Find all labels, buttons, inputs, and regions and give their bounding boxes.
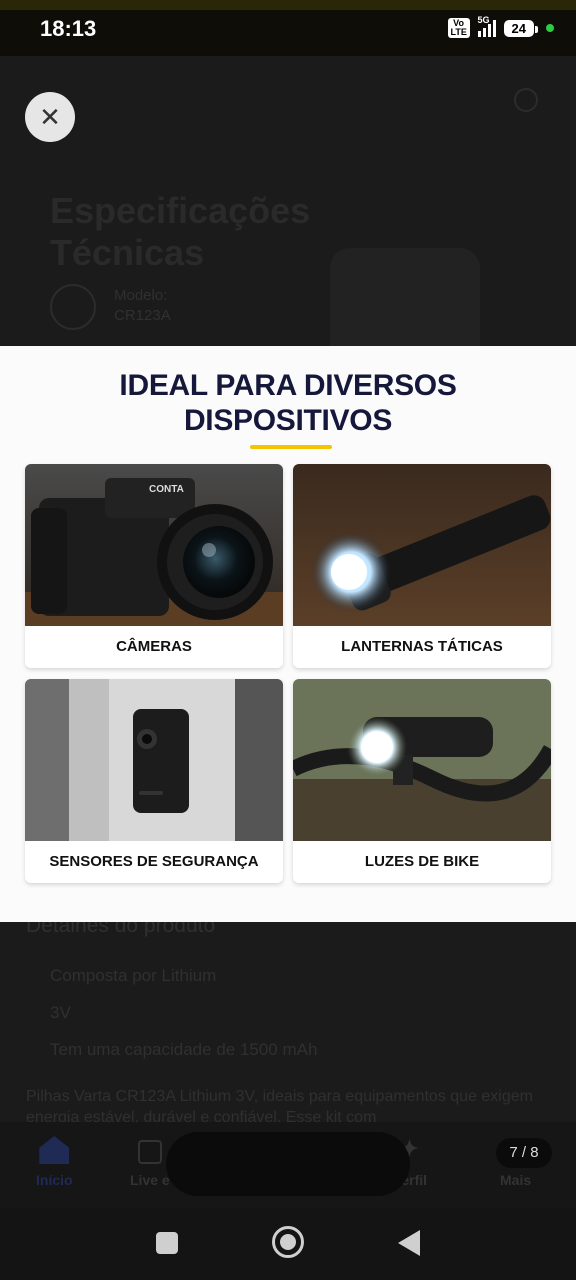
flashlight-photo (293, 464, 551, 626)
gallery-image: IDEAL PARA DIVERSOS DISPOSITIVOS CONTA C… (0, 346, 576, 922)
battery-model-icon (50, 284, 96, 330)
recording-dot-icon (546, 24, 554, 32)
device-card-bike-lights: LUZES DE BIKE (293, 679, 551, 883)
home-icon (39, 1136, 70, 1164)
device-card-cameras: CONTA CÂMERAS (25, 464, 283, 668)
card-label: LUZES DE BIKE (364, 853, 480, 870)
device-card-flashlights: LANTERNAS TÁTICAS (293, 464, 551, 668)
camera-brand-text: CONTA (149, 484, 184, 495)
model-info: Modelo: CR123A (114, 286, 171, 326)
battery-icon: 24 (503, 19, 539, 37)
card-label: CÂMERAS (116, 638, 192, 655)
network-type: 5G (477, 15, 490, 25)
nav-more-label: Mais (500, 1172, 532, 1188)
list-item: Composta por Lithium (50, 966, 217, 985)
list-item: 3V (50, 1003, 71, 1022)
device-card-security-sensors: SENSORES DE SEGURANÇA (25, 679, 283, 883)
live-icon (137, 1140, 162, 1164)
specs-title: Especificações Técnicas (50, 190, 311, 273)
model-value: CR123A (114, 307, 171, 324)
close-icon: ✕ (39, 101, 61, 132)
nav-home-label: Início (36, 1172, 73, 1188)
status-icons: Vo LTE 5G 24 (447, 15, 554, 38)
camera-photo: CONTA (25, 464, 283, 626)
close-button[interactable]: ✕ (25, 92, 75, 142)
product-image (330, 248, 480, 348)
floating-pill[interactable] (166, 1132, 410, 1196)
system-nav-bar (0, 1208, 576, 1280)
list-item: Tem uma capacidade de 1500 mAh (50, 1040, 318, 1059)
panel-title-line2: DISPOSITIVOS (183, 404, 393, 437)
details-list: Composta por Lithium 3V Tem uma capacida… (50, 966, 317, 1077)
panel-title-line1: IDEAL PARA DIVERSOS (119, 369, 457, 402)
status-time: 18:13 (40, 16, 97, 41)
model-label: Modelo: (114, 287, 168, 304)
home-button[interactable] (272, 1226, 304, 1258)
product-description: Pilhas Varta CR123A Lithium 3V, ideais p… (26, 1088, 533, 1124)
back-button[interactable] (398, 1230, 420, 1256)
volte-icon: Vo LTE (447, 18, 470, 38)
image-page-counter: 7 / 8 (496, 1138, 552, 1168)
panel-title: IDEAL PARA DIVERSOS DISPOSITIVOS (0, 368, 576, 438)
recents-button[interactable] (156, 1232, 178, 1254)
status-bar: 18:13 Vo LTE 5G 24 (0, 0, 576, 56)
bike-light-photo (293, 679, 551, 841)
sensor-photo (25, 679, 283, 841)
nav-more[interactable]: Mais (500, 1172, 531, 1188)
card-label: LANTERNAS TÁTICAS (341, 638, 503, 655)
signal-icon: 5G (477, 15, 496, 37)
search-icon (514, 88, 538, 112)
nav-live[interactable]: Live e (130, 1136, 170, 1188)
nav-home[interactable]: Início (36, 1136, 73, 1188)
title-underline (250, 445, 332, 449)
card-label: SENSORES DE SEGURANÇA (49, 853, 259, 870)
nav-live-label: Live e (130, 1172, 170, 1188)
